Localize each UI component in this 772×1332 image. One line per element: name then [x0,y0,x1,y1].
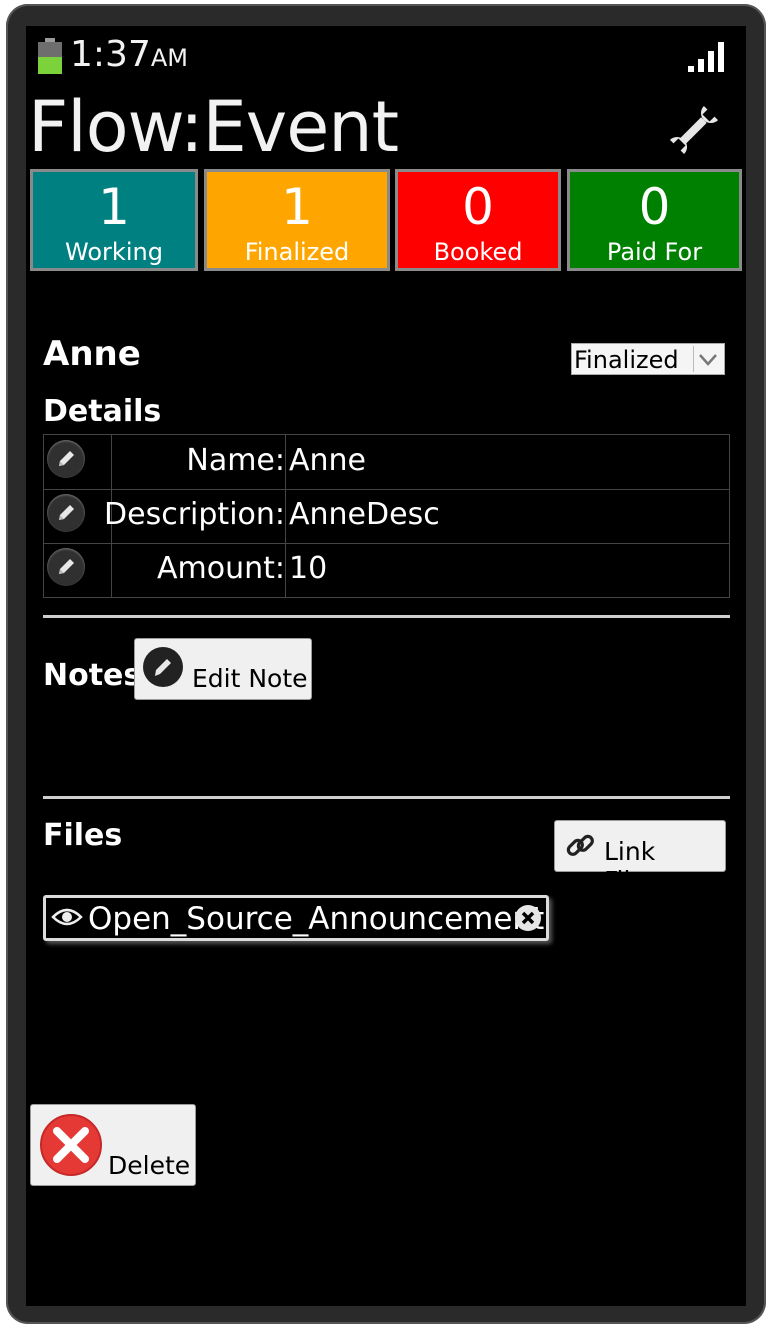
eye-icon[interactable] [51,905,83,929]
detail-label: Amount: [157,551,285,586]
status-counters: 1 Working 1 Finalized 0 Booked 0 Paid Fo… [30,169,742,277]
tile-label: Finalized [244,238,350,266]
delete-button[interactable]: Delete [30,1104,196,1186]
detail-value: Anne [289,443,367,478]
table-row: Description: AnneDesc [44,489,729,544]
delete-icon [39,1113,103,1177]
tile-count: 1 [281,178,313,236]
notes-heading: Notes [43,658,142,693]
status-bar: 1:37AM [26,26,746,86]
divider [43,615,730,618]
files-heading: Files [43,818,123,853]
screen: 1:37AM Flow:Event 1 Working 1 Finalized … [26,26,746,1306]
tile-label: Paid For [606,238,703,266]
battery-icon [38,38,62,74]
chevron-down-icon [693,346,722,372]
tile-count: 1 [98,178,130,236]
file-name: Open_Source_Announcement [88,901,545,937]
state-select[interactable]: Finalized [571,343,725,375]
signal-icon [688,42,724,72]
wrench-icon[interactable] [666,102,722,158]
clock-ampm: AM [150,44,188,72]
tile-booked[interactable]: 0 Booked [395,169,561,271]
tile-label: Working [65,238,163,266]
pencil-icon[interactable] [47,494,85,532]
remove-file-icon[interactable] [513,903,543,933]
pencil-icon[interactable] [47,548,85,586]
pencil-icon [143,647,183,687]
state-select-value: Finalized [574,346,679,374]
pencil-icon[interactable] [47,440,85,478]
tile-count: 0 [638,178,671,236]
divider [43,796,730,799]
detail-value: 10 [289,551,328,586]
table-row: Amount: 10 [44,543,729,597]
edit-note-button[interactable]: Edit Note [134,638,312,700]
table-row: Name: Anne [44,435,729,490]
clock-time: 1:37 [70,34,151,75]
detail-label: Description: [104,497,285,532]
details-heading: Details [43,394,162,429]
detail-label: Name: [186,443,285,478]
app-title: Flow:Event [28,86,399,168]
link-icon [563,829,597,863]
status-time: 1:37AM [70,34,188,75]
tile-finalized[interactable]: 1 Finalized [204,169,390,271]
detail-value: AnneDesc [289,497,440,532]
edit-note-label: Edit Note [192,664,308,693]
link-file-label: Link File... [604,837,670,895]
details-table: Name: Anne Description: AnneDesc Amount:… [43,434,730,598]
record-name: Anne [43,334,141,374]
tile-working[interactable]: 1 Working [30,169,198,271]
tile-label: Booked [433,238,523,266]
link-file-button[interactable]: Link File... [554,820,726,895]
delete-label: Delete [108,1151,191,1180]
tile-paid-for[interactable]: 0 Paid For [567,169,742,271]
file-item[interactable]: Open_Source_Announcement [43,895,549,941]
tile-count: 0 [462,178,494,236]
